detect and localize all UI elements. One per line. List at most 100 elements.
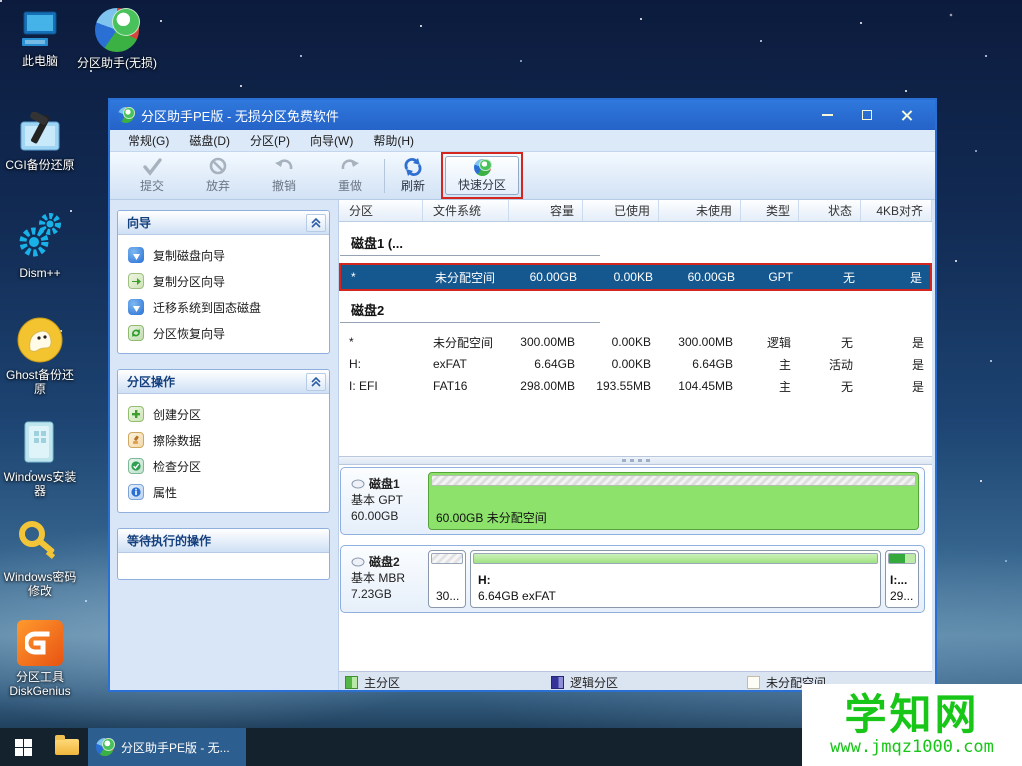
pending-operations-header[interactable]: 等待执行的操作 bbox=[118, 529, 329, 553]
migrate-os-icon bbox=[128, 299, 144, 315]
segment-label: 30... bbox=[436, 588, 460, 604]
desktop-icon-partition-assistant[interactable]: 分区助手(无损) bbox=[77, 8, 157, 70]
title-bar[interactable]: 分区助手PE版 - 无损分区免费软件 bbox=[110, 100, 935, 130]
legend-label: 主分区 bbox=[364, 674, 400, 691]
menu-disk[interactable]: 磁盘(D) bbox=[179, 130, 240, 151]
disk2-seg3-usage-strip bbox=[888, 553, 916, 564]
sidebar-item-check-partition[interactable]: 检查分区 bbox=[128, 453, 325, 479]
menu-wizard[interactable]: 向导(W) bbox=[300, 130, 363, 151]
desktop-icon-diskgenius[interactable]: 分区工具DiskGenius bbox=[0, 620, 80, 698]
column-header[interactable]: 已使用 bbox=[583, 200, 659, 221]
wizard-panel-title: 向导 bbox=[127, 214, 151, 231]
desktop-icon-label: Windows密码修改 bbox=[0, 570, 80, 598]
this-pc-icon bbox=[18, 10, 62, 50]
copy-partition-icon bbox=[128, 273, 144, 289]
table-row-disk1-unallocated[interactable]: * 未分配空间 60.00GB 0.00KB 60.00GB GPT 无 是 bbox=[341, 265, 930, 289]
commit-button[interactable]: 提交 bbox=[124, 157, 180, 194]
dism-icon bbox=[16, 210, 64, 262]
discard-button[interactable]: 放弃 bbox=[190, 157, 246, 194]
maximize-button[interactable] bbox=[847, 103, 887, 127]
collapse-chevron-icon[interactable] bbox=[306, 214, 326, 232]
app-icon bbox=[96, 738, 114, 756]
windows-password-icon bbox=[16, 520, 64, 566]
disk2-panel[interactable]: 磁盘2 基本 MBR 7.23GB 30... H: bbox=[340, 545, 925, 613]
sidebar-item-label: 复制磁盘向导 bbox=[153, 247, 225, 264]
desktop-icon-ghost-backup[interactable]: Ghost备份还原 bbox=[0, 316, 80, 396]
table-row-partition-i-efi[interactable]: I: EFI FAT16 298.00MB 193.55MB 104.45MB … bbox=[339, 375, 932, 397]
disk2-size: 7.23GB bbox=[351, 586, 426, 602]
disk1-name: 磁盘1 bbox=[369, 476, 400, 492]
column-header[interactable]: 类型 bbox=[741, 200, 799, 221]
column-header[interactable]: 容量 bbox=[509, 200, 583, 221]
discard-label: 放弃 bbox=[206, 177, 230, 194]
desktop: 此电脑 分区助手(无损) CGI备份还原 Dism++ Ghost备份还原 Wi… bbox=[0, 0, 1022, 766]
refresh-button[interactable]: 刷新 bbox=[391, 157, 435, 194]
table-empty-space bbox=[339, 397, 932, 456]
partition-ops-header[interactable]: 分区操作 bbox=[118, 370, 329, 394]
column-header[interactable]: 分区 bbox=[339, 200, 423, 221]
pending-operations-panel: 等待执行的操作 bbox=[117, 528, 330, 580]
diskgenius-icon bbox=[17, 620, 63, 666]
menu-bar: 常规(G) 磁盘(D) 分区(P) 向导(W) 帮助(H) bbox=[110, 130, 935, 152]
column-header[interactable]: 未使用 bbox=[659, 200, 741, 221]
sidebar-item-wipe-data[interactable]: 擦除数据 bbox=[128, 427, 325, 453]
desktop-icon-this-pc[interactable]: 此电脑 bbox=[0, 10, 80, 68]
unallocated-swatch bbox=[747, 676, 760, 689]
redo-icon bbox=[339, 157, 361, 177]
close-button[interactable] bbox=[887, 103, 927, 127]
table-row-disk2-unallocated[interactable]: * 未分配空间 300.00MB 0.00KB 300.00MB 逻辑 无 是 bbox=[339, 331, 932, 353]
recovery-icon bbox=[128, 325, 144, 341]
menu-partition[interactable]: 分区(P) bbox=[240, 130, 300, 151]
disk2-seg2-usage-strip bbox=[473, 553, 878, 564]
collapse-chevron-icon[interactable] bbox=[306, 373, 326, 391]
sidebar-item-properties[interactable]: 属性 bbox=[128, 479, 325, 505]
starfield bbox=[0, 0, 2, 2]
wizard-panel-header[interactable]: 向导 bbox=[118, 211, 329, 235]
commit-label: 提交 bbox=[140, 177, 164, 194]
pending-operations-title: 等待执行的操作 bbox=[127, 532, 211, 549]
maximize-icon bbox=[862, 110, 872, 120]
redo-button[interactable]: 重做 bbox=[322, 157, 378, 194]
sidebar-item-copy-partition-wizard[interactable]: 复制分区向导 bbox=[128, 268, 325, 294]
disk1-group-title: 磁盘1 (... bbox=[351, 233, 932, 252]
start-button[interactable] bbox=[0, 728, 46, 766]
sidebar-item-copy-disk-wizard[interactable]: 复制磁盘向导 bbox=[128, 242, 325, 268]
table-row-partition-h[interactable]: H: exFAT 6.64GB 0.00KB 6.64GB 主 活动 是 bbox=[339, 353, 932, 375]
desktop-icon-windows-installer[interactable]: Windows安装器 bbox=[0, 418, 80, 498]
disk1-unallocated-segment[interactable]: 60.00GB 未分配空间 bbox=[428, 472, 919, 530]
desktop-icon-label: 此电脑 bbox=[0, 54, 80, 68]
disk1-panel[interactable]: 磁盘1 基本 GPT 60.00GB 60.00GB 未分配空间 bbox=[340, 467, 925, 535]
sidebar-item-migrate-os[interactable]: 迁移系统到固态磁盘 bbox=[128, 294, 325, 320]
splitter-handle[interactable] bbox=[339, 456, 932, 465]
disk2-unallocated-segment[interactable]: 30... bbox=[428, 550, 466, 608]
desktop-icon-windows-password[interactable]: Windows密码修改 bbox=[0, 520, 80, 598]
disk2-partition-i-segment[interactable]: I:... 29... bbox=[885, 550, 919, 608]
pending-operations-list bbox=[118, 553, 329, 579]
taskbar-active-task[interactable]: 分区助手PE版 - 无... bbox=[88, 728, 246, 766]
sidebar-item-partition-recovery[interactable]: 分区恢复向导 bbox=[128, 320, 325, 346]
watermark-url: www.jmqz1000.com bbox=[830, 737, 994, 757]
commit-check-icon bbox=[141, 157, 163, 177]
logical-partition-swatch bbox=[551, 676, 564, 689]
sidebar-item-create-partition[interactable]: 创建分区 bbox=[128, 401, 325, 427]
column-header[interactable]: 4KB对齐 bbox=[861, 200, 932, 221]
properties-icon bbox=[128, 484, 144, 500]
file-explorer-button[interactable] bbox=[46, 728, 88, 766]
menu-general[interactable]: 常规(G) bbox=[118, 130, 179, 151]
disk-map-empty-space bbox=[339, 613, 932, 672]
menu-help[interactable]: 帮助(H) bbox=[363, 130, 424, 151]
disk1-type: 基本 GPT bbox=[351, 492, 426, 508]
desktop-icon-cgi-backup[interactable]: CGI备份还原 bbox=[0, 112, 80, 172]
undo-button[interactable]: 撤销 bbox=[256, 157, 312, 194]
desktop-icon-dism[interactable]: Dism++ bbox=[0, 210, 80, 280]
disk2-partition-h-segment[interactable]: H: 6.64GB exFAT bbox=[470, 550, 881, 608]
segment-label: 60.00GB 未分配空间 bbox=[436, 510, 913, 526]
check-partition-icon bbox=[128, 458, 144, 474]
quick-partition-label: 快速分区 bbox=[458, 176, 506, 193]
column-header[interactable]: 状态 bbox=[799, 200, 861, 221]
primary-partition-swatch bbox=[345, 676, 358, 689]
quick-partition-button[interactable]: 快速分区 bbox=[445, 156, 519, 195]
column-header[interactable]: 文件系统 bbox=[423, 200, 509, 221]
desktop-icon-label: Windows安装器 bbox=[0, 470, 80, 498]
minimize-button[interactable] bbox=[807, 103, 847, 127]
